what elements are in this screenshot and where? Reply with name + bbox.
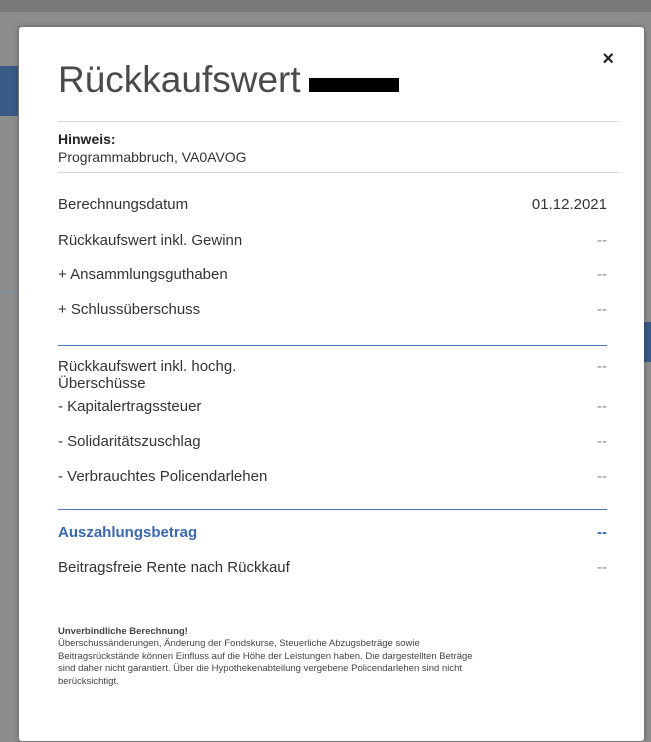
row-solidarity-surcharge: - Solidaritätszuschlag -- [58,433,607,450]
row-calculation-date: Berechnungsdatum 01.12.2021 [58,196,607,213]
hint-box: Hinweis: Programmabbruch, VA0AVOG [58,121,619,173]
hint-text: Programmabbruch, VA0AVOG [58,149,247,165]
row-label: - Verbrauchtes Policendarlehen [58,468,268,485]
backdrop-left-panel [0,66,18,116]
row-label: Rückkaufswert inkl. hochg. Überschüsse [58,358,237,392]
disclaimer-line: berücksichtigt. [58,675,119,687]
row-label: Berechnungsdatum [58,196,189,213]
row-label: + Schlussüberschuss [58,301,201,318]
row-value: -- [597,468,607,485]
row-paid-up-pension: Beitragsfreie Rente nach Rückkauf -- [58,559,607,576]
row-used-policy-loan: - Verbrauchtes Policendarlehen -- [58,468,607,485]
backdrop-line [0,292,18,293]
row-value: -- [597,433,607,450]
row-label: - Solidaritätszuschlag [58,433,201,450]
surrender-value-modal: × Rückkaufswert Hinweis: Programmabbruch… [19,27,644,741]
disclaimer-line: Überschussänderungen, Änderung der Fonds… [58,638,420,650]
section-divider [58,509,607,510]
row-value: -- [597,301,607,318]
row-surrender-value-incl-profit: Rückkaufswert inkl. Gewinn -- [58,232,607,249]
row-label: Beitragsfreie Rente nach Rückkauf [58,559,290,576]
redacted-block [308,78,399,92]
row-value: -- [597,398,607,415]
row-label: Auszahlungsbetrag [58,524,198,541]
disclaimer-footnote: Unverbindliche Berechnung! Überschussänd… [58,626,598,688]
row-value: 01.12.2021 [531,196,607,213]
section-divider [58,345,607,346]
row-capital-gains-tax: - Kapitalertragssteuer -- [58,398,607,415]
disclaimer-line: Beitragsrückstände können Einfluss auf d… [58,650,473,662]
disclaimer-title: Unverbindliche Berechnung! [58,626,188,637]
close-icon[interactable]: × [602,49,614,69]
row-label: Rückkaufswert inkl. Gewinn [58,232,243,249]
row-value: -- [597,266,607,283]
row-label: - Kapitalertragssteuer [58,398,202,415]
row-final-surplus: + Schlussüberschuss -- [58,301,607,318]
backdrop-top [0,0,651,12]
row-payout-amount: Auszahlungsbetrag -- [58,524,607,541]
row-accumulation-credit: + Ansammlungsguthaben -- [58,266,607,283]
disclaimer-line: sind daher nicht garantiert. Über die Hy… [58,663,463,675]
row-value: -- [597,559,607,576]
modal-title: Rückkaufswert [58,59,399,101]
row-value: -- [597,232,607,249]
modal-title-text: Rückkaufswert [58,59,301,100]
row-label: + Ansammlungsguthaben [58,266,228,283]
row-surrender-value-incl-surplus: Rückkaufswert inkl. hochg. Überschüsse -… [58,358,607,392]
row-value: -- [597,524,607,541]
row-value: -- [597,358,607,375]
hint-label: Hinweis: [58,131,116,147]
